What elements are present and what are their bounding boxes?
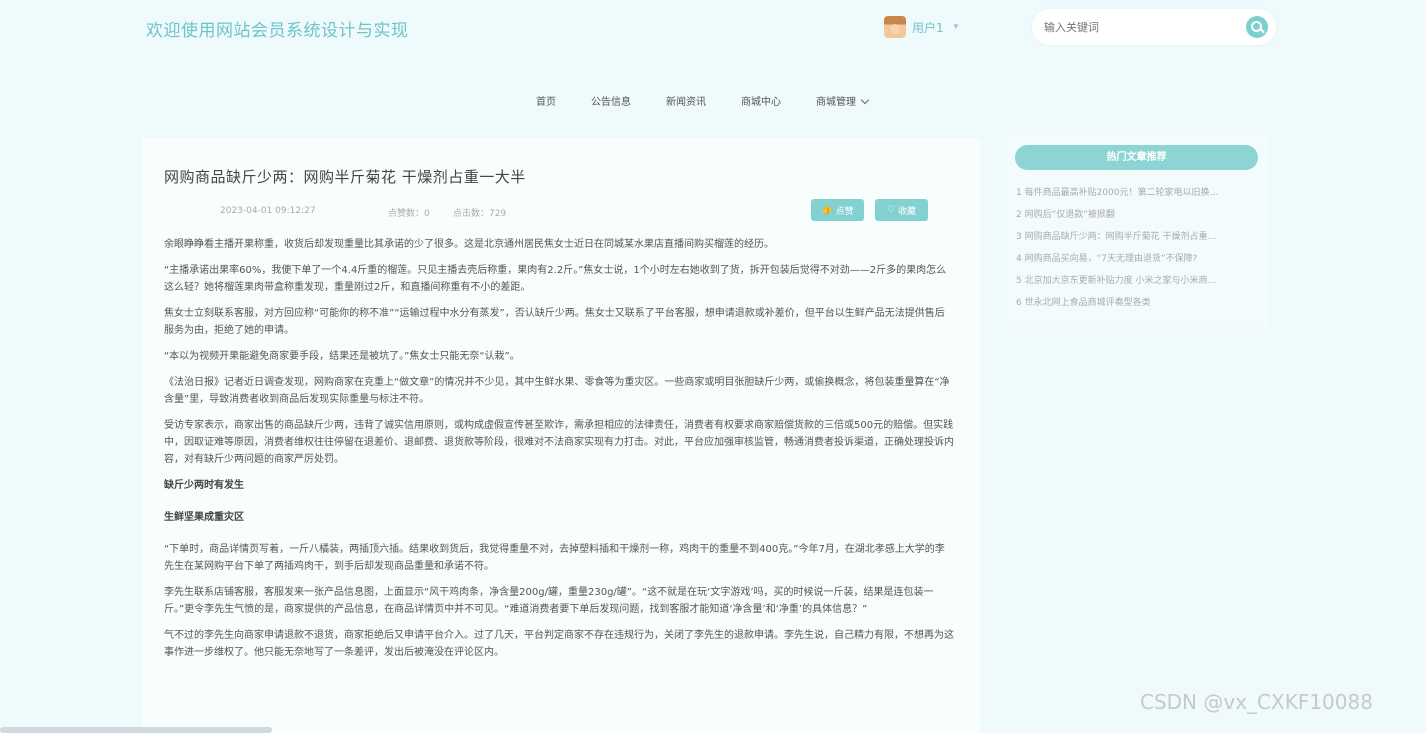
like-button[interactable]: 👍 点赞 (811, 199, 864, 221)
like-button-label: 点赞 (835, 206, 854, 217)
avatar[interactable] (884, 16, 906, 38)
thumbs-up-icon: 👍 (821, 205, 833, 215)
main-nav: 首页 公告信息 新闻资讯 商城中心 商城管理 (536, 93, 870, 108)
article-date: 2023-04-01 09:12:27 (220, 206, 316, 216)
article-subheading: 生鲜坚果成重灾区 (164, 512, 244, 523)
nav-item-mall-manage[interactable]: 商城管理 (816, 93, 870, 108)
chevron-down-icon (860, 95, 870, 105)
nav-item-mall[interactable]: 商城中心 (741, 93, 781, 108)
nav-item-home[interactable]: 首页 (536, 93, 556, 108)
article-paragraph: 余眼睁睁看主播开果称重，收货后却发现重量比其承诺的少了很多。这是北京通州居民焦女… (164, 239, 774, 250)
article-paragraph: 李先生联系店铺客服，客服发来一张产品信息图，上面显示“风干鸡肉条，净含量200g… (164, 587, 934, 615)
user-menu[interactable]: 用户1 ▾ (884, 15, 958, 39)
hot-article-list: 1 每件商品最高补贴2000元！第二轮家电以旧换… 2 网购后“仅退款”被掀翻 … (1016, 187, 1261, 319)
article-paragraph: “下单时，商品详情页写着，一斤八橘装，两插顶六插。结果收到货后，我觉得重量不对，… (164, 544, 945, 572)
hot-article-item[interactable]: 3 网购商品缺斤少两：网购半斤菊花 干燥剂占重… (1016, 231, 1261, 253)
article-paragraph: 受访专家表示，商家出售的商品缺斤少两，违背了诚实信用原则，或构成虚假宣传甚至欺诈… (164, 420, 954, 465)
hot-article-item[interactable]: 4 网购商品买向易，“7天无理由退货”不保障? (1016, 253, 1261, 275)
article-paragraph: “本以为视频开果能避免商家要手段，结果还是被坑了。”焦女士只能无奈“认栽”。 (164, 351, 520, 362)
article-paragraph: 焦女士立刻联系客服，对方回应称“可能你的称不准”“运输过程中水分有蒸发”，否认缺… (164, 308, 945, 336)
horizontal-scrollbar[interactable] (0, 727, 272, 733)
watermark: CSDN @vx_CXKF10088 (1140, 690, 1373, 714)
nav-item-notice[interactable]: 公告信息 (591, 93, 631, 108)
chevron-down-icon[interactable]: ▾ (954, 22, 959, 32)
top-bar: 欢迎使用网站会员系统设计与实现 用户1 ▾ (0, 0, 1426, 60)
hot-article-item[interactable]: 1 每件商品最高补贴2000元！第二轮家电以旧换… (1016, 187, 1261, 209)
hot-article-item[interactable]: 2 网购后“仅退款”被掀翻 (1016, 209, 1261, 231)
article-paragraph: 气不过的李先生向商家申请退款不退货，商家拒绝后又申请平台介入。过了几天，平台判定… (164, 630, 954, 658)
favorite-button-label: 收藏 (898, 206, 917, 217)
article-title: 网购商品缺斤少两：网购半斤菊花 干燥剂占重一大半 (164, 168, 526, 186)
hot-articles-sidebar: 热门文章推荐 1 每件商品最高补贴2000元！第二轮家电以旧换… 2 网购后“仅… (1007, 135, 1267, 327)
article-paragraph: 《法治日报》记者近日调查发现，网购商家在克重上“做文章”的情况并不少见，其中生鲜… (164, 377, 950, 405)
hot-article-item[interactable]: 6 世永北网上食品商城评奏型各类 (1016, 297, 1261, 319)
like-count: 点赞数：0 (388, 209, 430, 219)
nav-item-mall-manage-label: 商城管理 (816, 97, 856, 108)
article-body: 余眼睁睁看主播开果称重，收货后却发现重量比其承诺的少了很多。这是北京通州居民焦女… (164, 236, 954, 670)
hot-article-item[interactable]: 5 北京加大京东更新补贴力度 小米之家与小米商… (1016, 275, 1261, 297)
search-input[interactable] (1044, 18, 1234, 36)
nav-item-news[interactable]: 新闻资讯 (666, 93, 706, 108)
view-count: 点击数：729 (453, 209, 507, 219)
search-box (1032, 9, 1276, 45)
heart-icon: ♡ (886, 205, 896, 215)
article-subheading: 缺斤少两时有发生 (164, 480, 244, 491)
favorite-button[interactable]: ♡ 收藏 (875, 199, 928, 221)
site-title: 欢迎使用网站会员系统设计与实现 (146, 21, 409, 41)
user-name[interactable]: 用户1 (912, 19, 944, 36)
search-icon[interactable] (1246, 16, 1268, 38)
sidebar-header: 热门文章推荐 (1015, 145, 1258, 170)
article-paragraph: “主播承诺出果率60%，我便下单了一个4.4斤重的榴莲。只见主播去壳后称重，果肉… (164, 265, 947, 293)
article-card: 网购商品缺斤少两：网购半斤菊花 干燥剂占重一大半 2023-04-01 09:1… (142, 138, 980, 733)
